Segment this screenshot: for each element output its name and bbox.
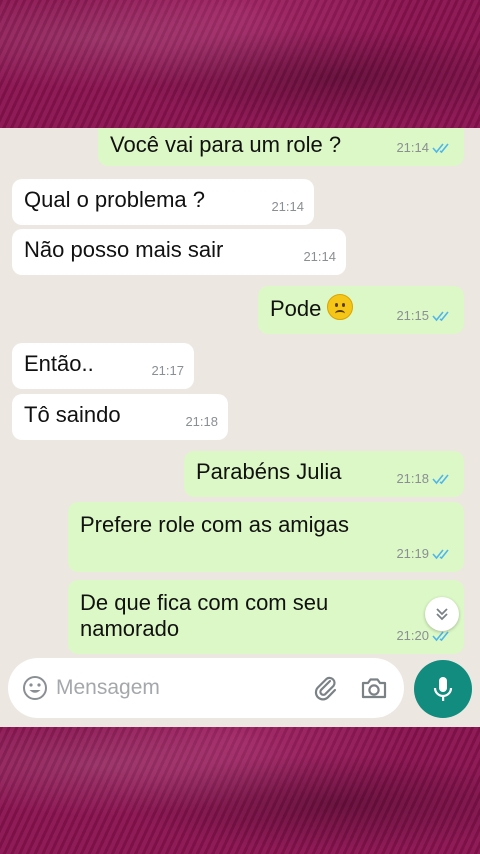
message-bubble-incoming[interactable]: Tô saindo 21:18 [12, 394, 228, 440]
double-check-icon [432, 311, 449, 322]
decorative-frame-bottom [0, 727, 480, 854]
message-time: 21:17 [151, 363, 184, 378]
message-input[interactable]: Mensagem [56, 676, 160, 700]
message-text: Tô saindo [24, 402, 121, 427]
message-text: Pode [270, 296, 322, 321]
message-content: Pode [270, 294, 354, 322]
double-check-icon [432, 143, 449, 154]
chat-area[interactable]: Você vai para um role ? 21:14 Qual o pro… [0, 128, 480, 727]
message-composer[interactable]: Mensagem [8, 658, 404, 718]
message-time: 21:20 [396, 628, 429, 643]
message-bubble-outgoing[interactable]: Você vai para um role ? 21:14 [98, 128, 464, 166]
camera-icon[interactable] [360, 675, 388, 701]
message-text: Parabéns Julia [196, 459, 342, 484]
decorative-frame-top [0, 0, 480, 128]
chevron-double-down-icon [436, 608, 448, 621]
message-text: Você vai para um role ? [110, 132, 342, 157]
confused-face-icon [327, 294, 354, 320]
double-check-icon [432, 631, 449, 642]
message-meta: 21:15 [396, 303, 452, 329]
message-meta: 21:14 [396, 135, 452, 161]
message-bubble-outgoing[interactable]: Parabéns Julia 21:18 [184, 451, 464, 497]
message-bubble-incoming[interactable]: Não posso mais sair 21:14 [12, 229, 346, 275]
microphone-icon [433, 677, 453, 701]
message-bubble-incoming[interactable]: Então.. 21:17 [12, 343, 194, 389]
message-text: Prefere role com as amigas [80, 512, 349, 537]
message-time: 21:19 [396, 546, 429, 561]
message-bubble-incoming[interactable]: Qual o problema ? 21:14 [12, 179, 314, 225]
message-meta: 21:19 [396, 541, 452, 567]
double-check-icon [432, 474, 449, 485]
message-text: Qual o problema ? [24, 187, 205, 212]
message-text: De que fica com com seu namorado [80, 590, 329, 641]
message-bubble-outgoing[interactable]: Pode 21:15 [258, 286, 464, 334]
message-text: Não posso mais sair [24, 237, 224, 262]
message-text: Então.. [24, 351, 94, 376]
message-time: 21:14 [396, 140, 429, 155]
message-time: 21:14 [271, 199, 304, 214]
message-meta: 21:18 [396, 466, 452, 492]
message-time: 21:18 [185, 414, 218, 429]
message-time: 21:14 [303, 249, 336, 264]
paperclip-icon[interactable] [312, 674, 340, 702]
double-check-icon [432, 549, 449, 560]
smiley-icon[interactable] [22, 675, 48, 701]
message-bubble-outgoing[interactable]: Prefere role com as amigas 21:19 [68, 502, 464, 572]
scroll-to-bottom-button[interactable] [425, 597, 459, 631]
voice-message-button[interactable] [414, 660, 472, 718]
message-bubble-outgoing[interactable]: De que fica com com seu namorado 21:20 [68, 580, 464, 654]
message-time: 21:18 [396, 471, 429, 486]
message-time: 21:15 [396, 308, 429, 323]
